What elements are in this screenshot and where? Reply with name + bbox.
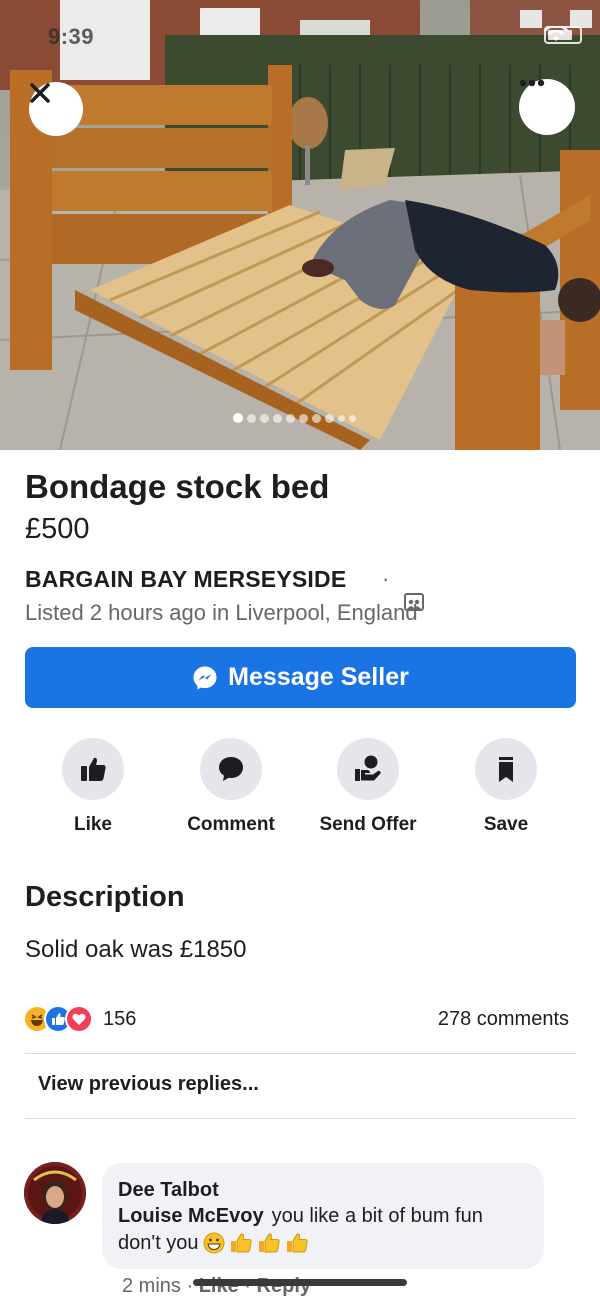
comment-bubble[interactable]: Dee Talbot Louise McEvoy you like a bit o… (102, 1163, 544, 1269)
photo-pagination-dots[interactable] (233, 413, 356, 423)
send-offer-action-circle[interactable] (337, 738, 399, 800)
avatar-image (24, 1162, 86, 1224)
listing-photo-illustration (0, 0, 600, 450)
save-action[interactable]: Save (436, 738, 576, 836)
save-action-label: Save (483, 814, 529, 835)
love-icon (65, 1005, 93, 1033)
pagination-dot[interactable] (273, 413, 282, 423)
status-bar-icons (544, 26, 582, 44)
battery-icon (544, 26, 582, 44)
listing-price: £500 (25, 513, 90, 545)
thumbs-up-icon (81, 757, 106, 781)
comment-text-line: Louise McEvoy you like a bit of bum fun (118, 1205, 483, 1228)
comment-action-circle[interactable] (200, 738, 262, 800)
pagination-dot[interactable] (286, 413, 295, 423)
hand-coin-icon (355, 755, 381, 781)
messenger-icon (193, 666, 217, 689)
pagination-dot[interactable] (349, 414, 356, 422)
comment-time: 2 mins (122, 1275, 181, 1297)
seller-separator: · (382, 566, 390, 591)
seller-name[interactable]: BARGAIN BAY MERSEYSIDE (25, 566, 346, 593)
pagination-dot[interactable] (299, 413, 308, 423)
avatar[interactable] (24, 1162, 86, 1224)
reaction-count: 156 (103, 1007, 137, 1030)
message-seller-button[interactable]: Message Seller (25, 647, 576, 708)
listing-title: Bondage stock bed (25, 468, 330, 505)
reactions-summary[interactable]: 156 (23, 1005, 136, 1033)
comment-action[interactable]: Comment (161, 738, 301, 836)
listing-photo[interactable]: 9:39 (0, 0, 600, 450)
like-action-label: Like (73, 814, 113, 835)
meta-separator: · (186, 1275, 194, 1297)
ellipsis-icon (519, 79, 545, 87)
description-heading: Description (25, 881, 185, 913)
message-seller-label: Message Seller (228, 663, 409, 691)
comment-text-line: don't you (118, 1231, 309, 1255)
status-bar-time: 9:39 (48, 24, 95, 49)
thumbs-up-emoji (286, 1233, 308, 1253)
divider (25, 1053, 576, 1054)
pagination-dot[interactable] (233, 413, 243, 423)
grin-icon (203, 1232, 225, 1254)
comment-action-label: Comment (187, 814, 275, 835)
comment-author[interactable]: Dee Talbot (118, 1179, 219, 1202)
thumbs-up-emoji (258, 1233, 280, 1253)
close-icon (30, 83, 50, 103)
listed-info: Listed 2 hours ago in Liverpool, England (25, 600, 418, 625)
description-text: Solid oak was £1850 (25, 936, 247, 963)
like-action[interactable]: Like (23, 738, 163, 836)
close-button[interactable] (29, 82, 83, 136)
view-previous-replies-link[interactable]: View previous replies... (38, 1073, 259, 1096)
comment-count[interactable]: 278 comments (438, 1008, 569, 1031)
comment-text: you like a bit of bum fun (271, 1205, 483, 1227)
send-offer-action-label: Send Offer (319, 814, 417, 835)
pagination-dot[interactable] (338, 414, 345, 422)
group-photo-icon (404, 593, 424, 611)
speech-bubble-icon (219, 757, 243, 781)
more-options-button[interactable] (519, 79, 575, 135)
send-offer-action[interactable]: Send Offer (298, 738, 438, 836)
pagination-dot[interactable] (325, 413, 334, 423)
pagination-dot[interactable] (247, 413, 256, 423)
comment-mention[interactable]: Louise McEvoy (118, 1205, 264, 1227)
pagination-dot[interactable] (260, 413, 269, 423)
like-action-circle[interactable] (62, 738, 124, 800)
home-indicator[interactable] (193, 1279, 407, 1286)
divider (25, 1118, 576, 1119)
save-action-circle[interactable] (475, 738, 537, 800)
thumbs-up-emoji (230, 1233, 252, 1253)
pagination-dot[interactable] (312, 413, 321, 423)
bookmark-icon (499, 757, 513, 782)
comment-text: don't you (118, 1231, 199, 1254)
